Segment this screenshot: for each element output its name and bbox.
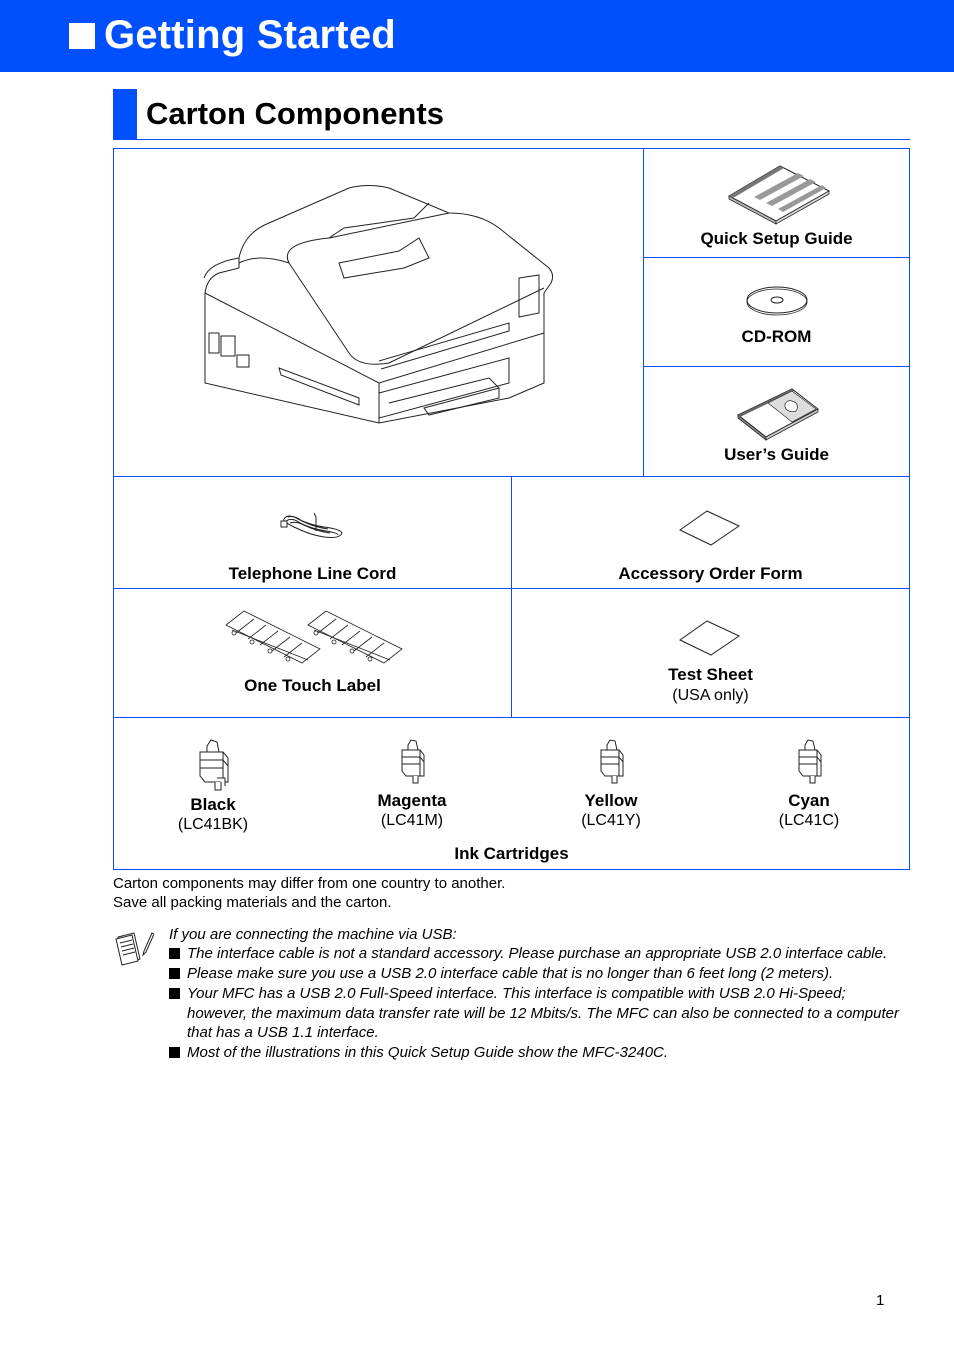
ink-name: Yellow: [584, 791, 638, 810]
usb-note-intro: If you are connecting the machine via US…: [169, 926, 457, 943]
bullet-square-icon: [169, 948, 180, 959]
test-sheet-note: (USA only): [672, 687, 749, 704]
quick-setup-guide-label: Quick Setup Guide: [700, 229, 853, 248]
booklet-icon: [727, 165, 831, 225]
ink-code: (LC41M): [380, 812, 444, 829]
ink-cartridge-icon: [600, 739, 624, 784]
square-bullet-icon: [69, 23, 95, 49]
bullet-square-icon: [169, 968, 180, 979]
section-heading: Carton Components: [113, 89, 910, 140]
ink-name: Cyan: [788, 791, 830, 810]
usb-note-item: Most of the illustrations in this Quick …: [169, 1043, 909, 1063]
ink-code: (LC41C): [778, 812, 840, 829]
usb-note-item: Your MFC has a USB 2.0 Full-Speed interf…: [169, 984, 909, 1043]
ink-cartridge-icon: [199, 739, 229, 791]
telephone-line-cord-label: Telephone Line Cord: [228, 564, 397, 583]
note-line: Carton components may differ from one co…: [113, 875, 506, 892]
cord-icon: [280, 512, 343, 538]
one-touch-label-label: One Touch Label: [244, 676, 381, 695]
cd-rom-label: CD-ROM: [741, 327, 812, 346]
one-touch-label-cell: One Touch Label: [113, 588, 512, 718]
ink-cartridge-icon: [798, 739, 822, 784]
quick-setup-guide-cell: Quick Setup Guide: [643, 148, 910, 258]
note-line: Save all packing materials and the carto…: [113, 894, 392, 911]
bullet-square-icon: [169, 988, 180, 999]
ink-cartridges-cell: Black (LC41BK) Magenta (LC41M) Yellow (L…: [113, 717, 910, 870]
usb-note-item: Please make sure you use a USB 2.0 inter…: [169, 964, 909, 984]
ink-cartridge-yellow: Yellow (LC41Y): [551, 738, 671, 831]
manual-icon: [737, 388, 819, 441]
section-accent-bar: [113, 89, 137, 139]
ink-name: Magenta: [377, 791, 447, 810]
page-number: 1: [876, 1292, 885, 1309]
accessory-order-form-cell: Accessory Order Form: [511, 476, 910, 589]
ink-cartridge-cyan: Cyan (LC41C): [749, 738, 869, 831]
usb-note-item: The interface cable is not a standard ac…: [169, 944, 909, 964]
ink-name: Black: [190, 795, 236, 814]
cd-icon: [746, 286, 808, 316]
chapter-banner: Getting Started: [0, 0, 954, 72]
sheet-icon: [679, 510, 741, 546]
test-sheet-cell: Test Sheet (USA only): [511, 588, 910, 718]
users-guide-cell: User’s Guide: [643, 366, 910, 477]
bullet-square-icon: [169, 1047, 180, 1058]
cd-rom-cell: CD-ROM: [643, 257, 910, 367]
telephone-line-cord-cell: Telephone Line Cord: [113, 476, 512, 589]
ink-code: (LC41Y): [581, 812, 641, 829]
accessory-order-form-label: Accessory Order Form: [618, 564, 803, 583]
test-sheet-label: Test Sheet: [668, 665, 753, 684]
printer-illustration: [203, 185, 554, 424]
ink-cartridge-magenta: Magenta (LC41M): [352, 738, 472, 831]
usb-note-list: The interface cable is not a standard ac…: [169, 944, 909, 1063]
users-guide-label: User’s Guide: [724, 445, 829, 464]
note-pad-icon: [115, 932, 154, 966]
chapter-title: Getting Started: [104, 13, 396, 57]
section-title: Carton Components: [146, 96, 444, 131]
label-sheet-icon: [225, 610, 403, 664]
ink-cartridge-black: Black (LC41BK): [153, 738, 273, 835]
ink-cartridges-label: Ink Cartridges: [454, 844, 569, 863]
ink-code: (LC41BK): [177, 816, 249, 833]
ink-cartridge-icon: [401, 739, 425, 784]
sheet-icon: [679, 620, 741, 656]
printer-cell: [113, 148, 644, 477]
